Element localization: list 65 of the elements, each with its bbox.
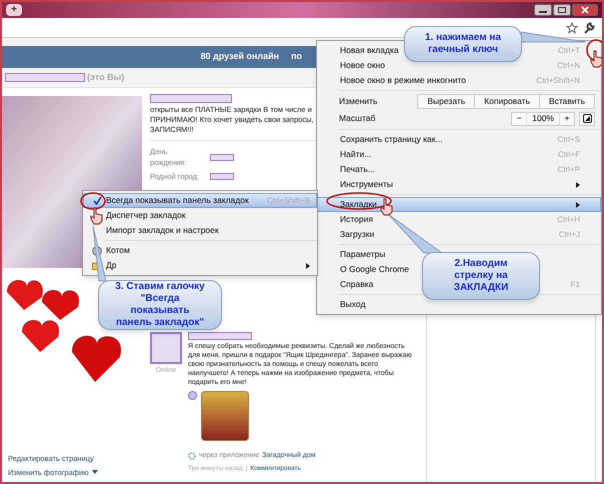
menu-item[interactable]: Всегда показывать панель закладок Ctrl+Shift+B: [83, 193, 317, 208]
minimize-icon[interactable]: [534, 4, 552, 16]
menu-item[interactable]: Печать...: [340, 163, 375, 176]
callout: 1. нажимаем на гаечный ключ: [404, 26, 522, 62]
fullscreen-button[interactable]: [579, 112, 595, 126]
shortcut-label: Ctrl+J: [558, 228, 580, 240]
shortcut-label: Ctrl+T: [558, 44, 580, 56]
zoom-in-button[interactable]: +: [560, 112, 574, 125]
zoom-out-button[interactable]: −: [512, 112, 526, 125]
zoom-level: 100%: [526, 112, 560, 125]
new-tab-button[interactable]: +: [6, 4, 22, 16]
menu-item[interactable]: Параметры: [340, 248, 386, 261]
wrench-icon[interactable]: [582, 20, 596, 34]
menu-label: Изменить: [339, 95, 378, 108]
hand-cursor-icon: [90, 207, 104, 225]
menu-item[interactable]: Импорт закладок и настроек: [106, 224, 219, 237]
shortcut-label: Ctrl+F: [558, 148, 580, 160]
hand-cursor-icon: [590, 50, 602, 68]
shortcut-label: F1: [570, 278, 580, 290]
menu-item[interactable]: Сохранить страницу как...: [340, 133, 443, 146]
menu-item[interactable]: Диспетчер закладок: [106, 209, 186, 222]
shortcut-label: Ctrl+Shift+N: [536, 74, 580, 86]
maximize-icon[interactable]: [553, 4, 571, 16]
avatar-placeholder: [150, 332, 182, 364]
menu-item[interactable]: Новое окно в режиме инкогнито: [340, 74, 466, 87]
menu-item[interactable]: О Google Chrome: [340, 263, 409, 276]
callout: 2.Наводим стрелку на ЗАКЛАДКИ: [422, 252, 540, 300]
menu-item[interactable]: Загрузки: [340, 228, 374, 241]
hand-cursor-icon: [380, 198, 394, 216]
shortcut-label: Ctrl+P: [558, 164, 580, 176]
menu-item[interactable]: Новая вкладка: [340, 44, 399, 57]
you-label: (это Вы): [87, 70, 124, 84]
shortcut-label: Ctrl+S: [558, 134, 580, 146]
menu-item[interactable]: Выход: [340, 298, 366, 311]
app-icon: [188, 390, 197, 400]
menu-item[interactable]: Новое окно: [340, 59, 385, 72]
value-redaction: [210, 172, 234, 180]
menu-button[interactable]: Копировать: [474, 94, 540, 109]
close-icon[interactable]: [572, 4, 598, 16]
callout-pointer: [521, 31, 587, 44]
shortcut-label: Ctrl+H: [557, 214, 580, 226]
menu-item[interactable]: Справка: [340, 278, 374, 291]
star-icon[interactable]: [566, 22, 578, 34]
menu-item[interactable]: Найти...: [340, 148, 372, 161]
fullscreen-icon: [582, 114, 592, 123]
friends-online-link[interactable]: 80 друзей онлайн: [200, 50, 280, 64]
menu-item[interactable]: Инструменты: [340, 178, 394, 191]
header-link[interactable]: по: [291, 50, 302, 64]
menu-item[interactable]: Др: [106, 259, 116, 272]
menu-button[interactable]: Вырезать: [417, 94, 476, 109]
shortcut-label: Ctrl+N: [557, 60, 580, 72]
menu-label: Масштаб: [339, 112, 376, 125]
menu-item[interactable]: Закладки: [317, 197, 601, 212]
gift-picture[interactable]: [201, 390, 249, 441]
value-redaction: [210, 154, 234, 161]
name-redaction: [188, 332, 252, 340]
menu-button[interactable]: Вставить: [538, 94, 595, 109]
highlight-ring: [80, 192, 106, 210]
menu-item[interactable]: Котом: [106, 244, 130, 257]
menu-item[interactable]: История: [340, 213, 373, 226]
highlight-ring: [326, 192, 392, 210]
caret-icon: [92, 470, 98, 474]
callout: 3. Ставим галочку "Всегда показывать панель закладок": [98, 280, 222, 330]
gear-icon: [188, 452, 196, 460]
highlight-ring: [586, 39, 602, 61]
